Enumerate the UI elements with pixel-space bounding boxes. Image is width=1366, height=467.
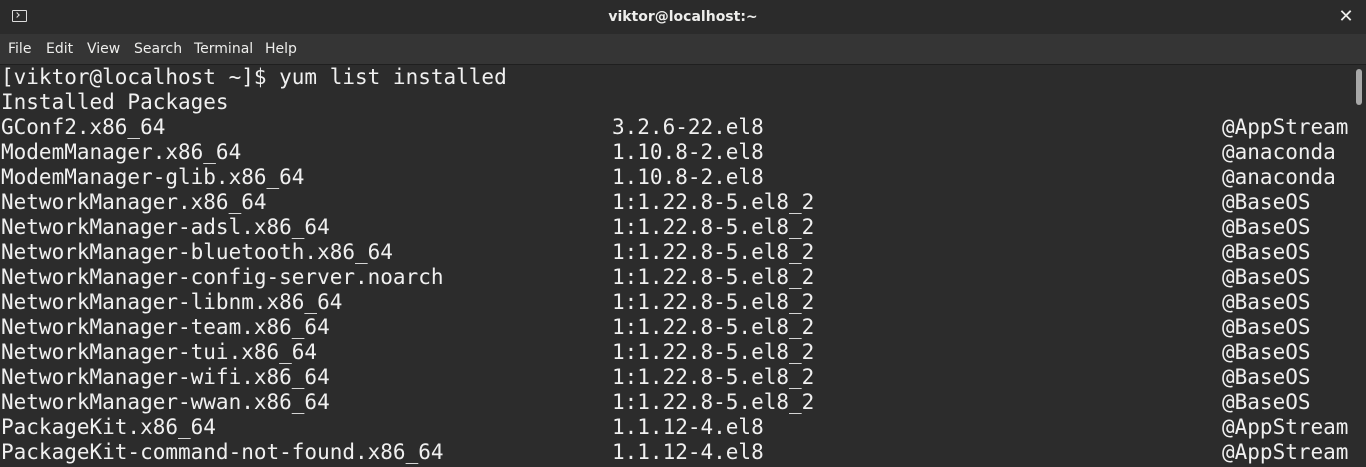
package-name: PackageKit-command-not-found.x86_64 [1,440,444,464]
package-row: NetworkManager-adsl.x86_64 1:1.22.8-5.el8… [1,215,1353,240]
package-name: ModemManager.x86_64 [1,140,242,164]
package-name: NetworkManager.x86_64 [1,190,267,214]
package-name: NetworkManager-team.x86_64 [1,315,330,339]
close-icon[interactable]: ✕ [1336,7,1356,27]
package-repo: @BaseOS [1222,265,1311,289]
package-repo: @BaseOS [1222,390,1311,414]
package-row: PackageKit-command-not-found.x86_64 1.1.1… [1,440,1353,465]
window-title: viktor@localhost:~ [608,9,758,25]
package-row: NetworkManager-team.x86_64 1:1.22.8-5.el8… [1,315,1353,340]
package-name: NetworkManager-adsl.x86_64 [1,215,330,239]
package-name: NetworkManager-bluetooth.x86_64 [1,240,393,264]
package-name: ModemManager-glib.x86_64 [1,165,305,189]
terminal-window: viktor@localhost:~ ✕ File Edit View Sear… [0,0,1366,467]
package-name: NetworkManager-tui.x86_64 [1,340,318,364]
menu-help[interactable]: Help [265,34,297,64]
menu-edit[interactable]: Edit [46,34,73,64]
package-repo: @anaconda [1222,165,1336,189]
package-row: ModemManager.x86_64 1.10.8-2.el8 @anaconda [1,140,1353,165]
package-repo: @BaseOS [1222,340,1311,364]
package-version: 1.10.8-2.el8 [612,140,764,164]
package-version: 1.1.12-4.el8 [612,415,764,439]
package-row: NetworkManager-tui.x86_64 1:1.22.8-5.el8_… [1,340,1353,365]
terminal-output[interactable]: [viktor@localhost ~]$ yum list installed… [0,65,1353,467]
section-header: Installed Packages [1,90,229,114]
package-version: 1:1.22.8-5.el8_2 [612,190,815,214]
package-repo: @BaseOS [1222,240,1311,264]
package-repo: @anaconda [1222,140,1336,164]
package-row: NetworkManager-wifi.x86_64 1:1.22.8-5.el8… [1,365,1353,390]
package-version: 3.2.6-22.el8 [612,115,764,139]
menu-search[interactable]: Search [134,34,182,64]
package-repo: @BaseOS [1222,215,1311,239]
title-bar[interactable]: viktor@localhost:~ ✕ [0,0,1366,34]
package-version: 1:1.22.8-5.el8_2 [612,365,815,389]
package-repo: @AppStream [1222,415,1349,439]
package-name: PackageKit.x86_64 [1,415,216,439]
scrollbar-thumb[interactable] [1356,69,1362,105]
command-prompt: [viktor@localhost ~]$ yum list installed [1,65,507,89]
package-repo: @AppStream [1222,115,1349,139]
package-repo: @BaseOS [1222,365,1311,389]
package-name: NetworkManager-wwan.x86_64 [1,390,330,414]
package-version: 1:1.22.8-5.el8_2 [612,390,815,414]
package-version: 1:1.22.8-5.el8_2 [612,265,815,289]
menu-bar: File Edit View Search Terminal Help [0,34,1366,65]
package-row: NetworkManager-libnm.x86_64 1:1.22.8-5.el… [1,290,1353,315]
package-row: NetworkManager-config-server.noarch 1:1.2… [1,265,1353,290]
package-repo: @BaseOS [1222,315,1311,339]
package-row: GConf2.x86_64 3.2.6-22.el8 @AppStream [1,115,1353,140]
package-version: 1:1.22.8-5.el8_2 [612,290,815,314]
package-version: 1.1.12-4.el8 [612,440,764,464]
vertical-scrollbar[interactable] [1353,65,1366,467]
package-version: 1.10.8-2.el8 [612,165,764,189]
menu-terminal[interactable]: Terminal [194,34,253,64]
package-row: PackageKit.x86_64 1.1.12-4.el8 @AppStream [1,415,1353,440]
package-row: ModemManager-glib.x86_64 1.10.8-2.el8 @ana… [1,165,1353,190]
package-name: GConf2.x86_64 [1,115,166,139]
package-row: NetworkManager-wwan.x86_64 1:1.22.8-5.el8… [1,390,1353,415]
package-name: NetworkManager-libnm.x86_64 [1,290,343,314]
menu-view[interactable]: View [87,34,120,64]
package-repo: @AppStream [1222,440,1349,464]
package-version: 1:1.22.8-5.el8_2 [612,315,815,339]
package-repo: @BaseOS [1222,190,1311,214]
package-name: NetworkManager-wifi.x86_64 [1,365,330,389]
package-version: 1:1.22.8-5.el8_2 [612,240,815,264]
package-name: NetworkManager-config-server.noarch [1,265,444,289]
package-row: NetworkManager.x86_64 1:1.22.8-5.el8_2 @Ba… [1,190,1353,215]
package-version: 1:1.22.8-5.el8_2 [612,215,815,239]
menu-file[interactable]: File [8,34,31,64]
package-row: NetworkManager-bluetooth.x86_64 1:1.22.8-… [1,240,1353,265]
package-version: 1:1.22.8-5.el8_2 [612,340,815,364]
package-repo: @BaseOS [1222,290,1311,314]
